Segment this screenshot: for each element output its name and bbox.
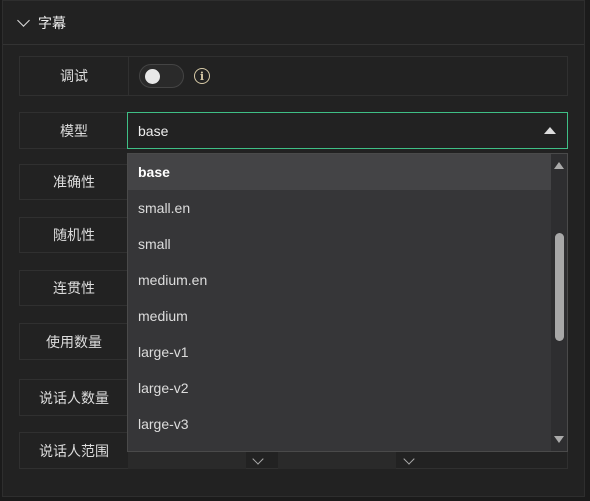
row-label: 模型 [20,113,129,148]
dropdown-option[interactable]: medium [128,298,552,334]
dropdown-option[interactable]: large-v2 [128,370,552,406]
scrollbar-thumb[interactable] [555,233,564,341]
section-title: 字幕 [38,14,66,31]
chevron-down-icon [17,13,30,27]
debug-toggle[interactable] [139,64,184,88]
dropdown-option[interactable]: small.en [128,190,552,226]
row-label: 连贯性 [20,271,129,305]
row-label: 调试 [20,57,129,95]
row-label: 说话人数量 [20,380,129,415]
section-header[interactable]: 字幕 [3,1,584,45]
model-select-value: base [138,122,169,139]
info-icon[interactable]: i [194,68,210,84]
row-label: 准确性 [20,165,129,199]
row-debug: 调试 i [19,56,568,96]
scroll-up-icon[interactable] [554,162,564,169]
dropdown-option[interactable]: large-v1 [128,334,552,370]
dropdown-option[interactable]: small [128,226,552,262]
model-dropdown: base small.en small medium.en medium lar… [127,153,568,452]
scroll-down-icon[interactable] [554,436,564,443]
dropdown-scrollbar[interactable] [551,154,567,451]
row-label: 随机性 [20,218,129,252]
dropdown-option[interactable]: medium.en [128,262,552,298]
toggle-knob [145,69,160,84]
model-select[interactable]: base [127,112,568,149]
row-label: 使用数量 [20,324,129,359]
dropdown-option[interactable]: large-v3 [128,406,552,442]
row-label: 说话人范围 [20,433,129,468]
dropdown-option[interactable]: base [128,154,552,190]
caret-up-icon [544,127,556,134]
